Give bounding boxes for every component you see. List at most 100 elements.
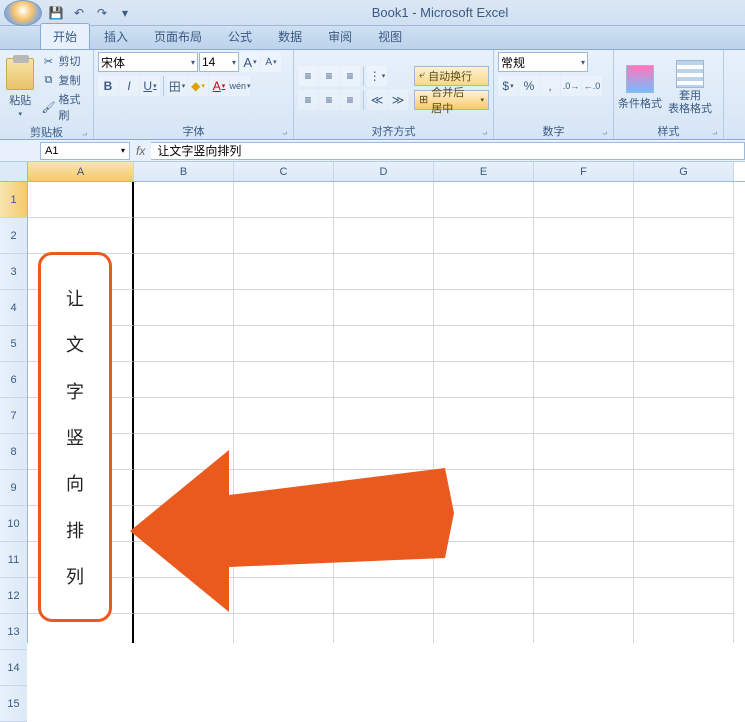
- font-name-combo[interactable]: 宋体▾: [98, 52, 198, 72]
- cell-F8[interactable]: [534, 434, 634, 470]
- cell-F6[interactable]: [534, 362, 634, 398]
- format-as-table-button[interactable]: 套用 表格格式: [668, 60, 712, 114]
- cell-D1[interactable]: [334, 182, 434, 218]
- cell-C1[interactable]: [234, 182, 334, 218]
- cell-F10[interactable]: [534, 506, 634, 542]
- cell-G2[interactable]: [634, 218, 734, 254]
- row-header-6[interactable]: 6: [0, 362, 27, 398]
- cell-G3[interactable]: [634, 254, 734, 290]
- paste-button[interactable]: 粘贴 ▾: [4, 58, 36, 118]
- conditional-format-button[interactable]: 条件格式: [618, 65, 662, 111]
- cell-G12[interactable]: [634, 578, 734, 614]
- border-button[interactable]: 田: [167, 76, 187, 96]
- decrease-font-button[interactable]: A: [261, 52, 281, 72]
- column-header-F[interactable]: F: [534, 162, 634, 181]
- copy-button[interactable]: ⧉复制: [38, 71, 89, 89]
- name-box[interactable]: A1▾: [40, 142, 130, 160]
- cell-B2[interactable]: [134, 218, 234, 254]
- tab-view[interactable]: 视图: [366, 24, 414, 49]
- cell-G13[interactable]: [634, 614, 734, 643]
- row-header-12[interactable]: 12: [0, 578, 27, 614]
- redo-icon[interactable]: ↷: [92, 3, 112, 23]
- cell-B6[interactable]: [134, 362, 234, 398]
- formula-input[interactable]: 让文字竖向排列: [151, 142, 745, 160]
- font-color-button[interactable]: A: [209, 76, 229, 96]
- orientation-button[interactable]: ⋮: [367, 66, 387, 86]
- cell-D6[interactable]: [334, 362, 434, 398]
- increase-decimal-button[interactable]: .0→: [561, 76, 581, 96]
- tab-page-layout[interactable]: 页面布局: [142, 24, 214, 49]
- bold-button[interactable]: B: [98, 76, 118, 96]
- align-center-button[interactable]: ≡: [319, 90, 339, 110]
- cut-button[interactable]: ✂剪切: [38, 52, 89, 70]
- row-header-9[interactable]: 9: [0, 470, 27, 506]
- percent-button[interactable]: %: [519, 76, 539, 96]
- cell-G6[interactable]: [634, 362, 734, 398]
- font-size-combo[interactable]: 14▾: [199, 52, 239, 72]
- cell-B3[interactable]: [134, 254, 234, 290]
- cell-B5[interactable]: [134, 326, 234, 362]
- italic-button[interactable]: I: [119, 76, 139, 96]
- decrease-decimal-button[interactable]: ←.0: [582, 76, 602, 96]
- cell-G1[interactable]: [634, 182, 734, 218]
- cell-G7[interactable]: [634, 398, 734, 434]
- currency-button[interactable]: $: [498, 76, 518, 96]
- cell-E1[interactable]: [434, 182, 534, 218]
- cell-E7[interactable]: [434, 398, 534, 434]
- office-button[interactable]: [4, 0, 42, 26]
- cell-C3[interactable]: [234, 254, 334, 290]
- cell-D2[interactable]: [334, 218, 434, 254]
- align-middle-button[interactable]: ≡: [319, 66, 339, 86]
- cell-G4[interactable]: [634, 290, 734, 326]
- column-header-G[interactable]: G: [634, 162, 734, 181]
- cell-B1[interactable]: [134, 182, 234, 218]
- underline-button[interactable]: U: [140, 76, 160, 96]
- cell-F7[interactable]: [534, 398, 634, 434]
- cell-F12[interactable]: [534, 578, 634, 614]
- cell-F5[interactable]: [534, 326, 634, 362]
- cell-E3[interactable]: [434, 254, 534, 290]
- decrease-indent-button[interactable]: ≪: [367, 90, 387, 110]
- row-header-1[interactable]: 1: [0, 182, 27, 218]
- row-header-8[interactable]: 8: [0, 434, 27, 470]
- cell-A1[interactable]: [28, 182, 134, 218]
- number-format-combo[interactable]: 常规▾: [498, 52, 588, 72]
- cell-G5[interactable]: [634, 326, 734, 362]
- column-header-D[interactable]: D: [334, 162, 434, 181]
- cell-B4[interactable]: [134, 290, 234, 326]
- phonetic-button[interactable]: wén: [230, 76, 250, 96]
- row-header-7[interactable]: 7: [0, 398, 27, 434]
- format-painter-button[interactable]: 🖌格式刷: [38, 90, 89, 124]
- cell-E2[interactable]: [434, 218, 534, 254]
- cell-D5[interactable]: [334, 326, 434, 362]
- cell-G9[interactable]: [634, 470, 734, 506]
- align-top-button[interactable]: ≡: [298, 66, 318, 86]
- align-bottom-button[interactable]: ≡: [340, 66, 360, 86]
- row-header-14[interactable]: 14: [0, 650, 27, 686]
- tab-formulas[interactable]: 公式: [216, 24, 264, 49]
- tab-data[interactable]: 数据: [266, 24, 314, 49]
- cell-F1[interactable]: [534, 182, 634, 218]
- cell-E4[interactable]: [434, 290, 534, 326]
- cell-D4[interactable]: [334, 290, 434, 326]
- cell-F2[interactable]: [534, 218, 634, 254]
- align-right-button[interactable]: ≡: [340, 90, 360, 110]
- increase-font-button[interactable]: A: [240, 52, 260, 72]
- cell-G8[interactable]: [634, 434, 734, 470]
- cell-F9[interactable]: [534, 470, 634, 506]
- row-header-2[interactable]: 2: [0, 218, 27, 254]
- cell-E6[interactable]: [434, 362, 534, 398]
- tab-home[interactable]: 开始: [40, 23, 90, 49]
- column-header-C[interactable]: C: [234, 162, 334, 181]
- column-header-A[interactable]: A: [28, 162, 134, 181]
- cell-C7[interactable]: [234, 398, 334, 434]
- row-header-11[interactable]: 11: [0, 542, 27, 578]
- cell-F3[interactable]: [534, 254, 634, 290]
- cell-F13[interactable]: [534, 614, 634, 643]
- qat-more-icon[interactable]: ▾: [115, 3, 135, 23]
- cell-D3[interactable]: [334, 254, 434, 290]
- cell-D7[interactable]: [334, 398, 434, 434]
- comma-button[interactable]: ,: [540, 76, 560, 96]
- cell-E5[interactable]: [434, 326, 534, 362]
- cell-A2[interactable]: [28, 218, 134, 254]
